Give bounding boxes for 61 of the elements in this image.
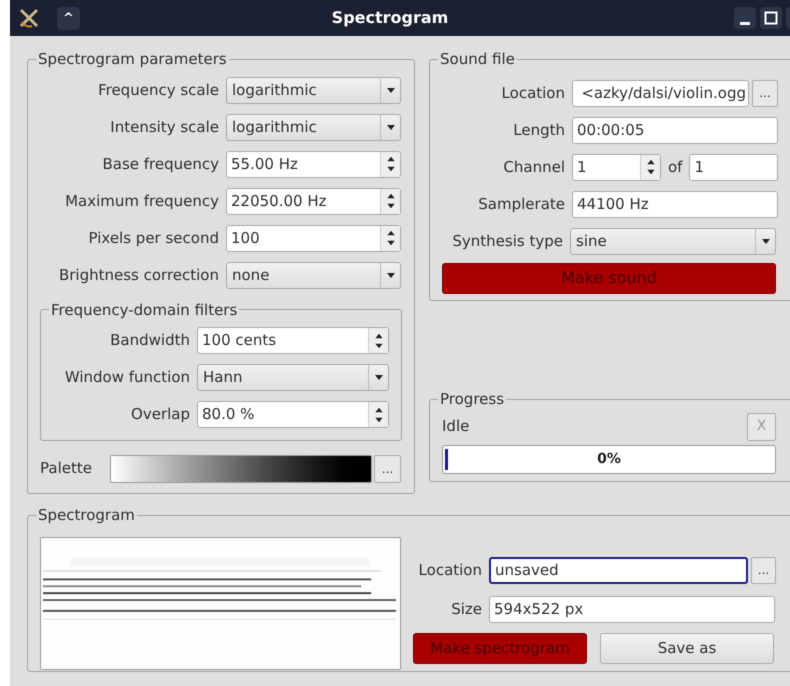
- spin-arrows-icon[interactable]: [386, 154, 396, 174]
- field-label: Overlap: [130, 404, 190, 426]
- field-label: Brightness correction: [58, 264, 219, 286]
- input-field[interactable]: 44100 Hz: [572, 190, 778, 218]
- field-label: Channel: [502, 156, 565, 178]
- roll-up-button[interactable]: ^: [57, 6, 80, 30]
- window-title: Spectrogram: [330, 7, 450, 29]
- combo-box[interactable]: Hann: [197, 364, 389, 391]
- spin-box[interactable]: 80.0 %: [197, 401, 389, 428]
- group-title: Spectrogram: [37, 505, 136, 526]
- dropdown-arrow-icon: [374, 375, 382, 380]
- group-title: Sound file: [439, 49, 516, 70]
- browse-button[interactable]: ...: [374, 454, 401, 482]
- progress-reading: 0%: [596, 450, 622, 468]
- dropdown-arrow-icon: [386, 88, 394, 92]
- input-field[interactable]: <azky/dalsi/violin.ogg: [572, 80, 749, 106]
- combo-box[interactable]: none: [226, 262, 401, 288]
- field-label: Intensity scale: [109, 116, 219, 138]
- app-logo-icon: [18, 7, 40, 29]
- save-as-button[interactable]: Save as: [600, 632, 774, 664]
- combo-box[interactable]: logarithmic: [226, 114, 401, 140]
- field-label: Samplerate: [477, 194, 565, 215]
- field-label: Location: [418, 560, 482, 581]
- input-field[interactable]: 594x522 px: [489, 596, 775, 622]
- field-label: Bandwidth: [109, 330, 190, 352]
- group-title: Spectrogram parameters: [37, 49, 228, 70]
- field-label: Pixels per second: [88, 228, 219, 249]
- field-label: Palette: [40, 458, 93, 480]
- input-field[interactable]: 00:00:05: [572, 116, 778, 144]
- spin-box[interactable]: 55.00 Hz: [226, 150, 401, 178]
- combo-box[interactable]: sine: [570, 228, 776, 254]
- dropdown-arrow-icon: [386, 272, 394, 278]
- spin-arrows-icon[interactable]: [386, 228, 396, 248]
- field-label: Maximum frequency: [64, 190, 219, 212]
- palette-gradient[interactable]: [110, 454, 372, 482]
- field-label: Size: [450, 598, 482, 620]
- browse-button[interactable]: ...: [751, 556, 776, 584]
- field-label: Window function: [64, 367, 190, 388]
- group-title: Progress: [439, 389, 506, 410]
- spin-box[interactable]: 100: [226, 224, 401, 252]
- minimize-icon[interactable]: [734, 7, 756, 29]
- status-text: Idle: [442, 416, 470, 438]
- spin-arrows-icon[interactable]: [646, 157, 656, 177]
- field-label: Base frequency: [101, 154, 219, 175]
- dropdown-arrow-icon: [386, 124, 394, 130]
- maximize-icon[interactable]: [760, 7, 782, 29]
- spin-box[interactable]: 22050.00 Hz: [226, 188, 401, 214]
- group-title: Frequency-domain filters: [50, 300, 238, 320]
- field-label: Location: [500, 82, 565, 104]
- browse-button[interactable]: ...: [752, 80, 778, 106]
- field-label: Synthesis type: [451, 230, 563, 252]
- dropdown-arrow-icon: [762, 238, 770, 244]
- spin-arrows-icon[interactable]: [386, 191, 396, 211]
- spin-box[interactable]: 100 cents: [197, 327, 389, 354]
- spin-box[interactable]: 1: [572, 154, 661, 180]
- field-label: of: [668, 156, 682, 178]
- field-label: Length: [512, 120, 565, 141]
- input-field[interactable]: unsaved: [489, 556, 748, 584]
- field-label: Frequency scale: [97, 80, 219, 101]
- input-field[interactable]: 1: [689, 154, 778, 180]
- combo-box[interactable]: logarithmic: [226, 76, 401, 104]
